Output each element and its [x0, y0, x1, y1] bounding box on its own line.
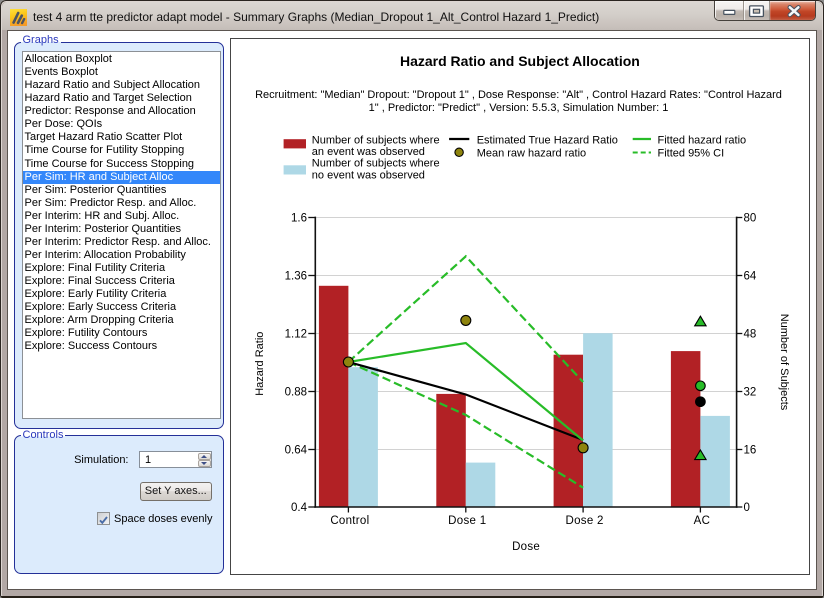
svg-text:Dose 2: Dose 2: [566, 515, 604, 527]
svg-text:48: 48: [744, 329, 757, 341]
svg-text:0.4: 0.4: [291, 502, 308, 514]
svg-text:Number of subjects where: Number of subjects where: [312, 158, 440, 170]
svg-text:80: 80: [744, 213, 757, 225]
svg-text:Dose: Dose: [512, 541, 540, 553]
svg-text:Hazard Ratio: Hazard Ratio: [254, 332, 266, 396]
svg-text:an event was observed: an event was observed: [312, 146, 425, 158]
svg-text:1" , Predictor: "Predict" , Ve: 1" , Predictor: "Predict" , Version: 5.5…: [369, 102, 669, 114]
svg-text:Recruitment: "Median" Dropout:: Recruitment: "Median" Dropout: "Dropout …: [255, 89, 782, 101]
svg-text:Fitted hazard ratio: Fitted hazard ratio: [658, 134, 747, 146]
svg-text:Mean raw hazard ratio: Mean raw hazard ratio: [477, 148, 586, 160]
svg-text:Number of subjects where: Number of subjects where: [312, 134, 440, 146]
svg-text:Estimated True Hazard Ratio: Estimated True Hazard Ratio: [477, 134, 618, 146]
svg-text:0.64: 0.64: [285, 445, 308, 457]
svg-text:0: 0: [744, 502, 750, 514]
svg-text:Dose 1: Dose 1: [448, 515, 486, 527]
svg-text:0.88: 0.88: [285, 387, 307, 399]
svg-text:64: 64: [744, 271, 757, 283]
svg-text:32: 32: [744, 387, 757, 399]
svg-text:16: 16: [744, 445, 757, 457]
svg-text:Hazard Ratio and Subject Alloc: Hazard Ratio and Subject Allocation: [400, 53, 640, 69]
svg-text:1.12: 1.12: [285, 329, 307, 341]
svg-text:AC: AC: [694, 515, 711, 527]
svg-text:1.36: 1.36: [285, 271, 307, 283]
svg-text:Control: Control: [331, 515, 370, 527]
svg-text:Fitted 95% CI: Fitted 95% CI: [658, 148, 725, 160]
svg-text:Number of Subjects: Number of Subjects: [778, 314, 790, 411]
svg-text:no event was observed: no event was observed: [312, 169, 425, 181]
svg-text:1.6: 1.6: [291, 213, 307, 225]
